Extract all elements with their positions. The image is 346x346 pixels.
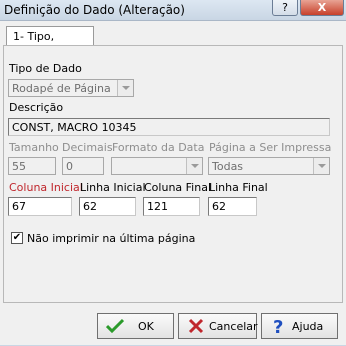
cancelar-button[interactable]: Cancelar [178, 313, 258, 339]
ajuda-label: Ajuda [292, 320, 324, 333]
chevron-down-icon [186, 158, 202, 174]
pagina-impressa-select[interactable]: Todas [208, 157, 330, 175]
pagina-impressa-label: Página a Ser Impressa [209, 141, 332, 154]
nao-imprimir-checkbox[interactable]: ✔ [11, 232, 23, 244]
linha-final-field[interactable]: 62 [208, 197, 257, 216]
x-icon [188, 318, 204, 334]
close-button[interactable]: X [300, 0, 344, 16]
checkmark-icon: ✔ [12, 232, 22, 243]
coluna-inicial-label: Coluna Inicial [9, 181, 83, 194]
ajuda-button[interactable]: ? Ajuda [261, 313, 338, 339]
tamanho-field[interactable]: 55 [8, 157, 56, 175]
tab-tipo-linha[interactable]: 1- Tipo, Linha.... [6, 26, 94, 56]
check-icon [106, 318, 124, 334]
dialog-window: Definição do Dado (Alteração) ? X 1- Tip… [0, 0, 346, 346]
linha-inicial-label: Linha Inicial [80, 181, 146, 194]
decimais-label: Decimais [62, 141, 113, 154]
cancelar-label: Cancelar [209, 320, 258, 333]
coluna-inicial-field[interactable]: 67 [8, 197, 72, 216]
linha-inicial-field[interactable]: 62 [79, 197, 136, 216]
help-title-button[interactable]: ? [272, 0, 298, 16]
formato-da-data-label: Formato da Data [112, 141, 205, 154]
coluna-final-field[interactable]: 121 [143, 197, 200, 216]
ok-button[interactable]: OK [97, 313, 174, 339]
tipo-de-dado-value: Rodapé de Página [12, 82, 111, 95]
svg-text:?: ? [273, 318, 283, 334]
close-icon: X [317, 1, 327, 14]
tipo-de-dado-select[interactable]: Rodapé de Página [8, 79, 134, 97]
descricao-label: Descrição [9, 101, 64, 114]
coluna-final-label: Coluna Final [144, 181, 211, 194]
pagina-impressa-value: Todas [212, 160, 244, 173]
title-bar: Definição do Dado (Alteração) ? X [0, 0, 346, 21]
chevron-down-icon [117, 80, 133, 96]
window-title: Definição do Dado (Alteração) [4, 3, 185, 17]
formato-da-data-select[interactable] [111, 157, 203, 175]
question-icon: ? [282, 1, 288, 14]
nao-imprimir-label: Não imprimir na última página [27, 232, 196, 245]
tamanho-label: Tamanho [9, 141, 59, 154]
descricao-field[interactable]: CONST, MACRO 10345 [8, 118, 330, 136]
chevron-down-icon [313, 158, 329, 174]
decimais-field[interactable]: 0 [62, 157, 104, 175]
linha-final-label: Linha Final [209, 181, 268, 194]
tipo-de-dado-label: Tipo de Dado [9, 62, 82, 75]
help-icon: ? [273, 318, 283, 334]
ok-label: OK [138, 320, 154, 333]
